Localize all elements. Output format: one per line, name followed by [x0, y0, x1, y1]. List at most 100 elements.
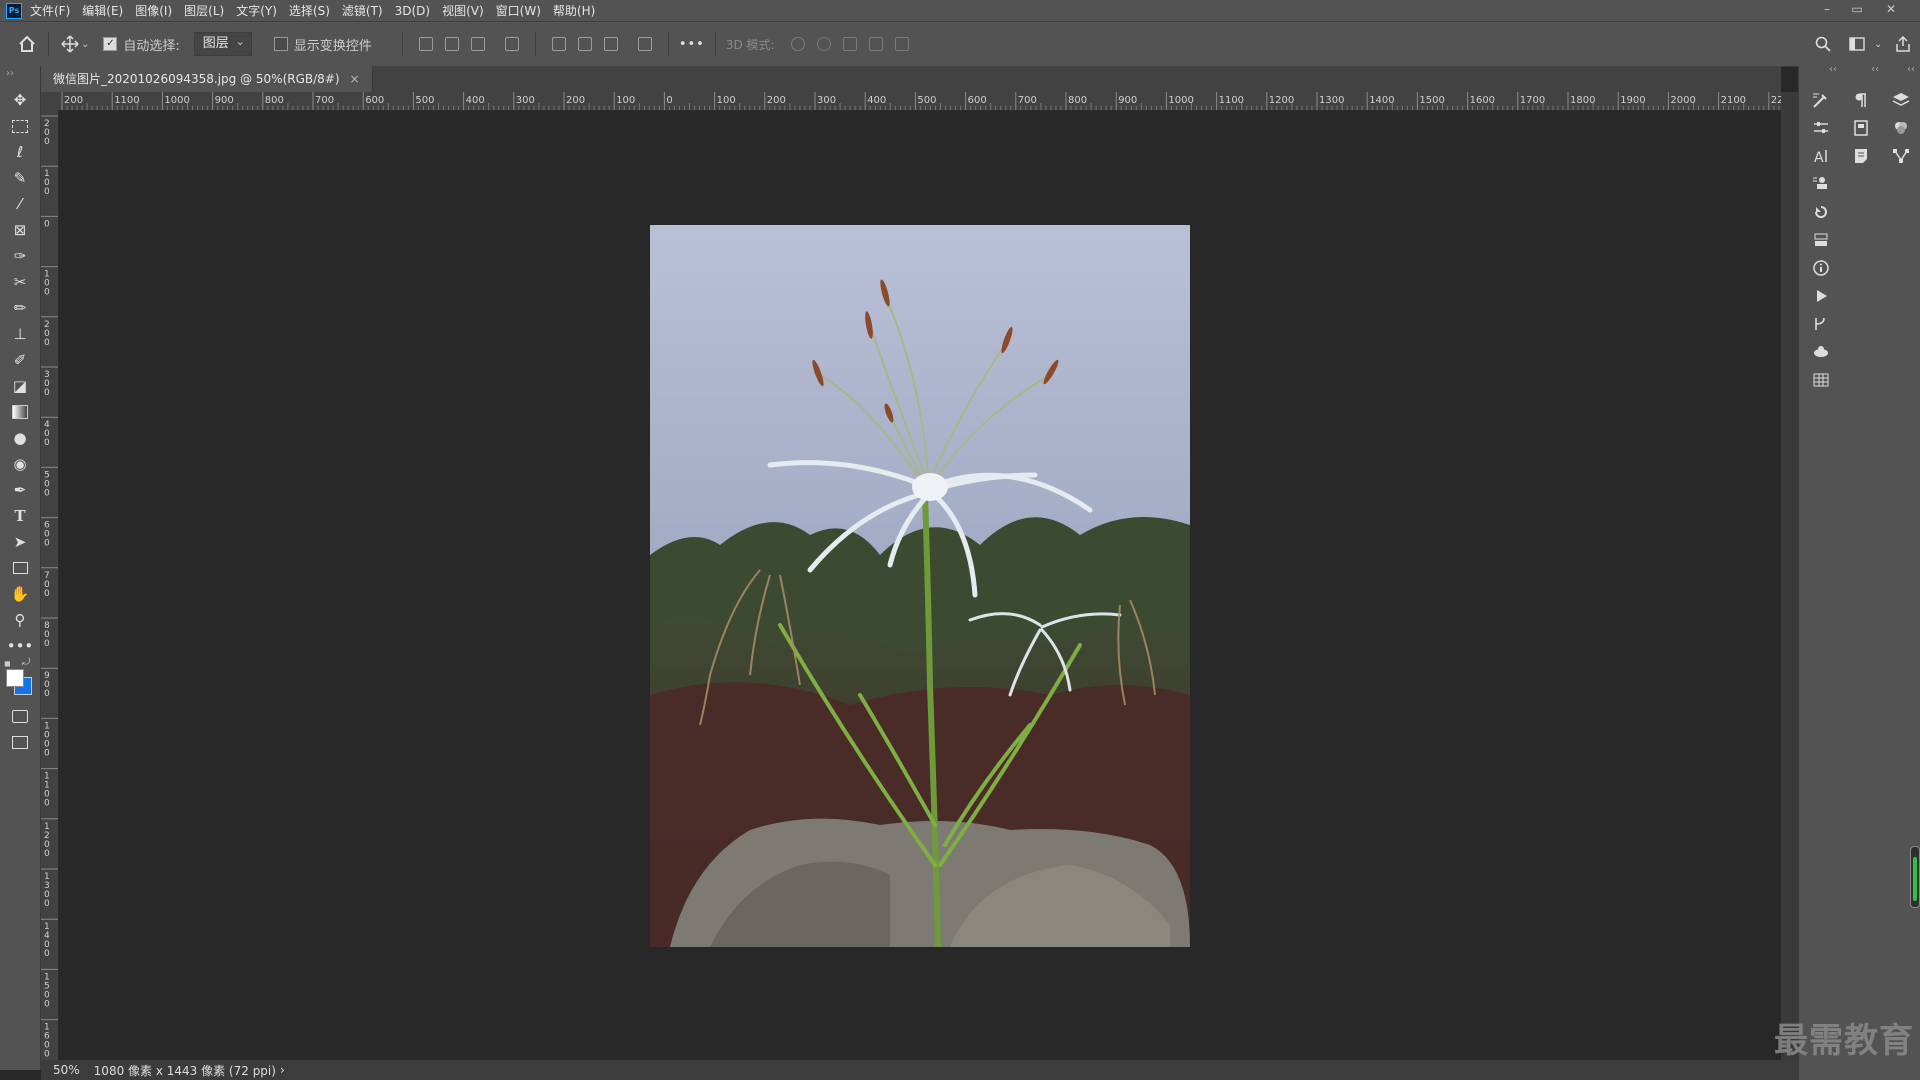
auto-select-target-dropdown[interactable]: 图层	[193, 31, 252, 56]
3d-camera-icon[interactable]	[894, 37, 909, 51]
marquee-tool-icon[interactable]	[0, 113, 40, 139]
share-icon[interactable]	[1892, 33, 1914, 55]
menu-edit[interactable]: 编辑(E)	[82, 2, 123, 19]
menu-help[interactable]: 帮助(H)	[553, 2, 595, 19]
color-swatches: ◼ ⤾	[0, 657, 40, 703]
rectangle-tool-icon[interactable]	[0, 555, 40, 581]
align-vcenter-icon[interactable]	[577, 37, 592, 51]
eyedropper-tool-icon[interactable]: ✑	[0, 243, 40, 269]
path-selection-tool-icon[interactable]: ➤	[0, 529, 40, 555]
paths-panel-icon[interactable]	[1885, 142, 1917, 170]
menu-image[interactable]: 图像(I)	[135, 2, 172, 19]
panel-collapse-icon-3[interactable]: ‹‹	[1907, 64, 1915, 75]
history-brush-tool-icon[interactable]: ✐	[0, 347, 40, 373]
foreground-color-swatch[interactable]	[6, 669, 24, 687]
move-tool-preset-icon[interactable]	[59, 33, 81, 55]
3d-slide-icon[interactable]	[868, 37, 883, 51]
horizontal-ruler[interactable]: 200 1100 1000 900 800 700 600 500 400 300 200 100 0 1…	[58, 92, 1781, 111]
blur-tool-icon[interactable]: ●	[0, 425, 40, 451]
dodge-tool-icon[interactable]: ◉	[0, 451, 40, 477]
paths-icon[interactable]	[1805, 310, 1837, 338]
status-menu-arrow[interactable]: ›	[280, 1063, 285, 1077]
3d-orbit-icon[interactable]	[790, 37, 805, 51]
layer-comps-icon[interactable]	[1805, 226, 1837, 254]
brush-tool-icon[interactable]: ✏	[0, 295, 40, 321]
info-icon[interactable]	[1805, 254, 1837, 282]
zoom-level[interactable]: 50%	[53, 1063, 80, 1077]
crop-tool-icon[interactable]: ✂	[0, 269, 40, 295]
align-bottom-icon[interactable]	[603, 37, 618, 51]
gradient-tool-icon[interactable]	[0, 399, 40, 425]
move-tool-icon[interactable]: ✥	[0, 87, 40, 113]
panel-collapse-icon[interactable]: ‹‹	[1829, 64, 1837, 75]
workspace-chevron-icon[interactable]: ⌄	[1874, 39, 1882, 50]
menu-layer[interactable]: 图层(L)	[184, 2, 224, 19]
preset-chevron-icon[interactable]: ⌄	[81, 39, 89, 50]
document-tab[interactable]: 微信图片_20201026094358.jpg @ 50%(RGB/8#) ×	[41, 66, 373, 92]
paragraph-icon[interactable]	[1845, 86, 1877, 114]
history-icon[interactable]	[1805, 198, 1837, 226]
ruler-label-digit: 0	[44, 748, 50, 758]
panel-collapse-icon-2[interactable]: ‹‹	[1871, 64, 1879, 75]
pen-tool-icon[interactable]: ✒	[0, 477, 40, 503]
magic-wand-icon[interactable]: ⁄	[0, 191, 40, 217]
brush-settings-icon[interactable]	[1805, 86, 1837, 114]
minimize-button[interactable]: –	[1812, 0, 1842, 21]
clone-stamp-tool-icon[interactable]: ⊥	[0, 321, 40, 347]
swap-colors-icon[interactable]: ⤾	[22, 657, 30, 668]
ruler-label: 300	[516, 95, 535, 106]
type-tool-icon[interactable]: T	[0, 503, 40, 529]
menu-window[interactable]: 窗口(W)	[496, 2, 541, 19]
actions-icon[interactable]	[1805, 282, 1837, 310]
align-hcenter-icon[interactable]	[444, 37, 459, 51]
more-options-button[interactable]: •••	[679, 37, 705, 52]
layers-icon[interactable]	[1885, 86, 1917, 114]
notes-icon[interactable]	[1845, 142, 1877, 170]
frame-tool-icon[interactable]: ⊠	[0, 217, 40, 243]
libraries-icon[interactable]	[1845, 114, 1877, 142]
character-icon[interactable]: A	[1805, 142, 1837, 170]
menu-view[interactable]: 视图(V)	[442, 2, 484, 19]
distribute-horizontal-icon[interactable]	[637, 37, 652, 51]
align-top-icon[interactable]	[551, 37, 566, 51]
menu-file[interactable]: 文件(F)	[30, 2, 70, 19]
menu-select[interactable]: 选择(S)	[289, 2, 330, 19]
zoom-tool-icon[interactable]: ⚲	[0, 607, 40, 633]
auto-select-checkbox[interactable]: ✓	[103, 37, 118, 51]
home-icon[interactable]	[16, 33, 38, 55]
menu-3d[interactable]: 3D(D)	[395, 4, 430, 18]
workspace-icon[interactable]	[1846, 33, 1868, 55]
close-tab-icon[interactable]: ×	[350, 72, 360, 86]
side-level-slider[interactable]	[1910, 846, 1920, 908]
close-window-button[interactable]: ✕	[1876, 0, 1906, 21]
vertical-ruler[interactable]: 2001000100200300400500600700800900100011…	[41, 110, 59, 1060]
toolbox-collapse-icon[interactable]: ››	[0, 66, 40, 87]
menu-filter[interactable]: 滤镜(T)	[342, 2, 383, 19]
quick-selection-tool-icon[interactable]: ✎	[0, 165, 40, 191]
default-colors-icon[interactable]: ◼	[4, 659, 11, 668]
distribute-vertical-icon[interactable]	[504, 37, 519, 51]
3d-roll-icon[interactable]	[816, 37, 831, 51]
lasso-tool-icon[interactable]: ℓ	[0, 139, 40, 165]
ruler-label: 200	[566, 95, 585, 106]
align-right-icon[interactable]	[470, 37, 485, 51]
channels-icon[interactable]	[1885, 114, 1917, 142]
hand-tool-icon[interactable]: ✋	[0, 581, 40, 607]
search-icon[interactable]	[1812, 33, 1834, 55]
edit-toolbar-icon[interactable]: •••	[0, 633, 40, 659]
adjustments-icon[interactable]	[1805, 114, 1837, 142]
screen-mode-icon[interactable]	[0, 729, 40, 755]
restore-button[interactable]: ▭	[1842, 0, 1872, 21]
document-image[interactable]	[650, 225, 1190, 950]
ruler-origin[interactable]	[41, 92, 58, 110]
quick-mask-icon[interactable]	[0, 703, 40, 729]
show-transform-checkbox[interactable]	[273, 37, 288, 51]
channels-table-icon[interactable]	[1805, 366, 1837, 394]
clone-source-icon[interactable]	[1805, 170, 1837, 198]
3d-pan-icon[interactable]	[842, 37, 857, 51]
menu-type[interactable]: 文字(Y)	[236, 2, 277, 19]
vertical-scrollbar[interactable]	[1781, 92, 1798, 1060]
3d-panel-icon[interactable]	[1805, 338, 1837, 366]
align-left-icon[interactable]	[418, 37, 433, 51]
eraser-tool-icon[interactable]: ◪	[0, 373, 40, 399]
